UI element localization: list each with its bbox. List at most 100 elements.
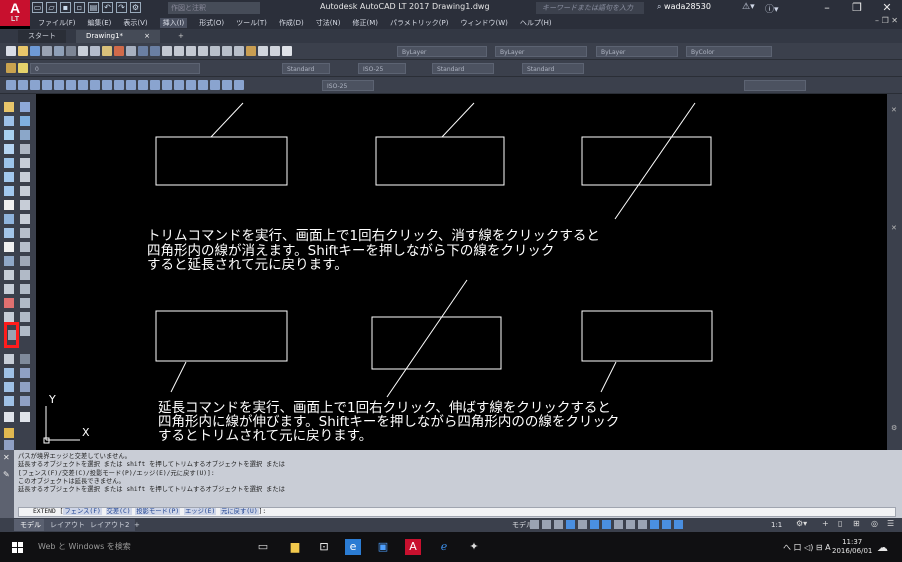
dim-update-icon[interactable] [234,80,244,90]
command-close-icon[interactable]: ✕ [3,453,10,462]
undo-tb-icon[interactable] [138,46,148,56]
linetype-combo[interactable]: ByLayer [495,46,587,57]
baseline-icon[interactable] [114,80,124,90]
sheet-set-icon[interactable] [246,46,256,56]
annotation-scale-value[interactable]: 1:1 [771,519,782,531]
annotation-scale-icon[interactable] [674,520,683,529]
mdi-controls[interactable]: – ❐ ✕ [875,16,898,25]
region-icon[interactable] [4,312,14,322]
fillet-icon[interactable] [20,312,30,322]
tool-palettes-icon[interactable] [234,46,244,56]
erase-icon[interactable] [20,102,30,112]
annotation-visibility-icon[interactable] [650,520,659,529]
tolerance-icon[interactable] [162,80,172,90]
open-file-icon[interactable] [18,46,28,56]
redo-icon[interactable]: ↷ [116,2,127,13]
help-icon[interactable]: ⓘ▾ [765,2,779,15]
match-properties-icon[interactable] [114,46,124,56]
layer-color-combo[interactable]: ByLayer [397,46,487,57]
menu-dimension[interactable]: 寸法(N) [316,18,341,28]
quick-properties-icon[interactable]: ⊞ [853,519,860,528]
menu-parametric[interactable]: パラメトリック(P) [390,18,448,28]
option-crossing[interactable]: 交差(C) [105,508,132,515]
lineweight-toggle-icon[interactable] [614,520,623,529]
tab-drawing1[interactable]: Drawing1* × [76,30,160,43]
lengthen-icon[interactable] [20,354,30,364]
paste-icon[interactable] [102,46,112,56]
chamfer-icon[interactable] [20,298,30,308]
dim-space-icon[interactable] [138,80,148,90]
add-layout-button[interactable]: + [128,519,146,531]
join-icon[interactable] [20,284,30,294]
menu-window[interactable]: ウィンドウ(W) [460,18,507,28]
construction-line-icon[interactable] [4,116,14,126]
help-search-input[interactable]: キーワードまたは語句を入力 [536,2,644,14]
action-center-icon[interactable]: ☁ [877,541,888,554]
layer-combo[interactable]: 0 [30,63,200,74]
aligned-dim-icon[interactable] [18,80,28,90]
make-block-icon[interactable] [4,256,14,266]
annotation-monitor-icon[interactable]: + [822,519,829,528]
array-icon[interactable] [20,158,30,168]
ortho-icon[interactable] [554,520,563,529]
quick-dim-icon[interactable] [102,80,112,90]
markup-icon[interactable] [258,46,268,56]
customization-icon[interactable]: ☰ [887,519,894,528]
restore-button[interactable]: ❐ [842,0,872,16]
autocad-taskbar-icon[interactable]: A [405,539,421,555]
qnew-icon[interactable] [6,46,16,56]
center-mark-icon[interactable] [174,80,184,90]
line-icon[interactable] [4,102,14,112]
table-style-combo[interactable]: Standard [432,63,494,74]
tab-close-icon[interactable]: × [144,30,150,43]
save-icon[interactable]: ▪ [60,2,71,13]
tab-start[interactable]: スタート [18,30,66,43]
selection-cycling-icon[interactable] [638,520,647,529]
menu-modify[interactable]: 修正(M) [352,18,378,28]
print-icon[interactable]: ▤ [88,2,99,13]
isodraft-icon[interactable] [578,520,587,529]
user-name[interactable]: wada28530 [664,2,711,11]
object-snap-tracking-icon[interactable] [590,520,599,529]
hatch-icon[interactable] [4,284,14,294]
extra-app-icon[interactable]: ✦ [466,539,482,555]
menu-edit[interactable]: 編集(E) [88,18,112,28]
jogged-icon[interactable] [66,80,76,90]
grid-icon[interactable] [530,520,539,529]
circle-icon[interactable] [4,186,14,196]
option-fence[interactable]: フェンス(F) [63,508,102,515]
spline-icon[interactable] [4,214,14,224]
preview-icon[interactable] [54,46,64,56]
publish-icon[interactable] [66,46,76,56]
clean-screen-icon[interactable]: ◎ [871,519,878,528]
copy-object-icon[interactable] [20,116,30,126]
arc-length-icon[interactable] [30,80,40,90]
plot-icon[interactable] [42,46,52,56]
copy-icon[interactable] [90,46,100,56]
cut-icon[interactable] [78,46,88,56]
edit-spline-icon[interactable] [20,396,30,406]
dim-edit-icon[interactable] [210,80,220,90]
polyline-icon[interactable] [4,130,14,140]
lineweight-combo[interactable]: ByLayer [596,46,678,57]
menu-format[interactable]: 形式(O) [199,18,224,28]
polar-icon[interactable] [566,520,575,529]
calculator-icon[interactable] [270,46,280,56]
menu-file[interactable]: ファイル(F) [38,18,76,28]
dtext-icon[interactable] [4,428,14,438]
save-as-icon[interactable]: ▫ [74,2,85,13]
properties-icon[interactable] [210,46,220,56]
dim-break-icon[interactable] [150,80,160,90]
open-icon[interactable]: ▱ [46,2,57,13]
plot-style-combo[interactable]: ByColor [686,46,772,57]
gradient-icon[interactable] [4,298,14,308]
rectangle-icon[interactable] [4,158,14,168]
polygon-icon[interactable] [4,144,14,154]
binoculars-icon[interactable]: ⌕ [657,2,664,11]
trim-icon[interactable] [20,228,30,238]
object-snap-icon[interactable] [602,520,611,529]
ordinate-icon[interactable] [42,80,52,90]
save-file-icon[interactable] [30,46,40,56]
undo-icon[interactable]: ↶ [102,2,113,13]
wipeout-icon[interactable] [4,382,14,392]
